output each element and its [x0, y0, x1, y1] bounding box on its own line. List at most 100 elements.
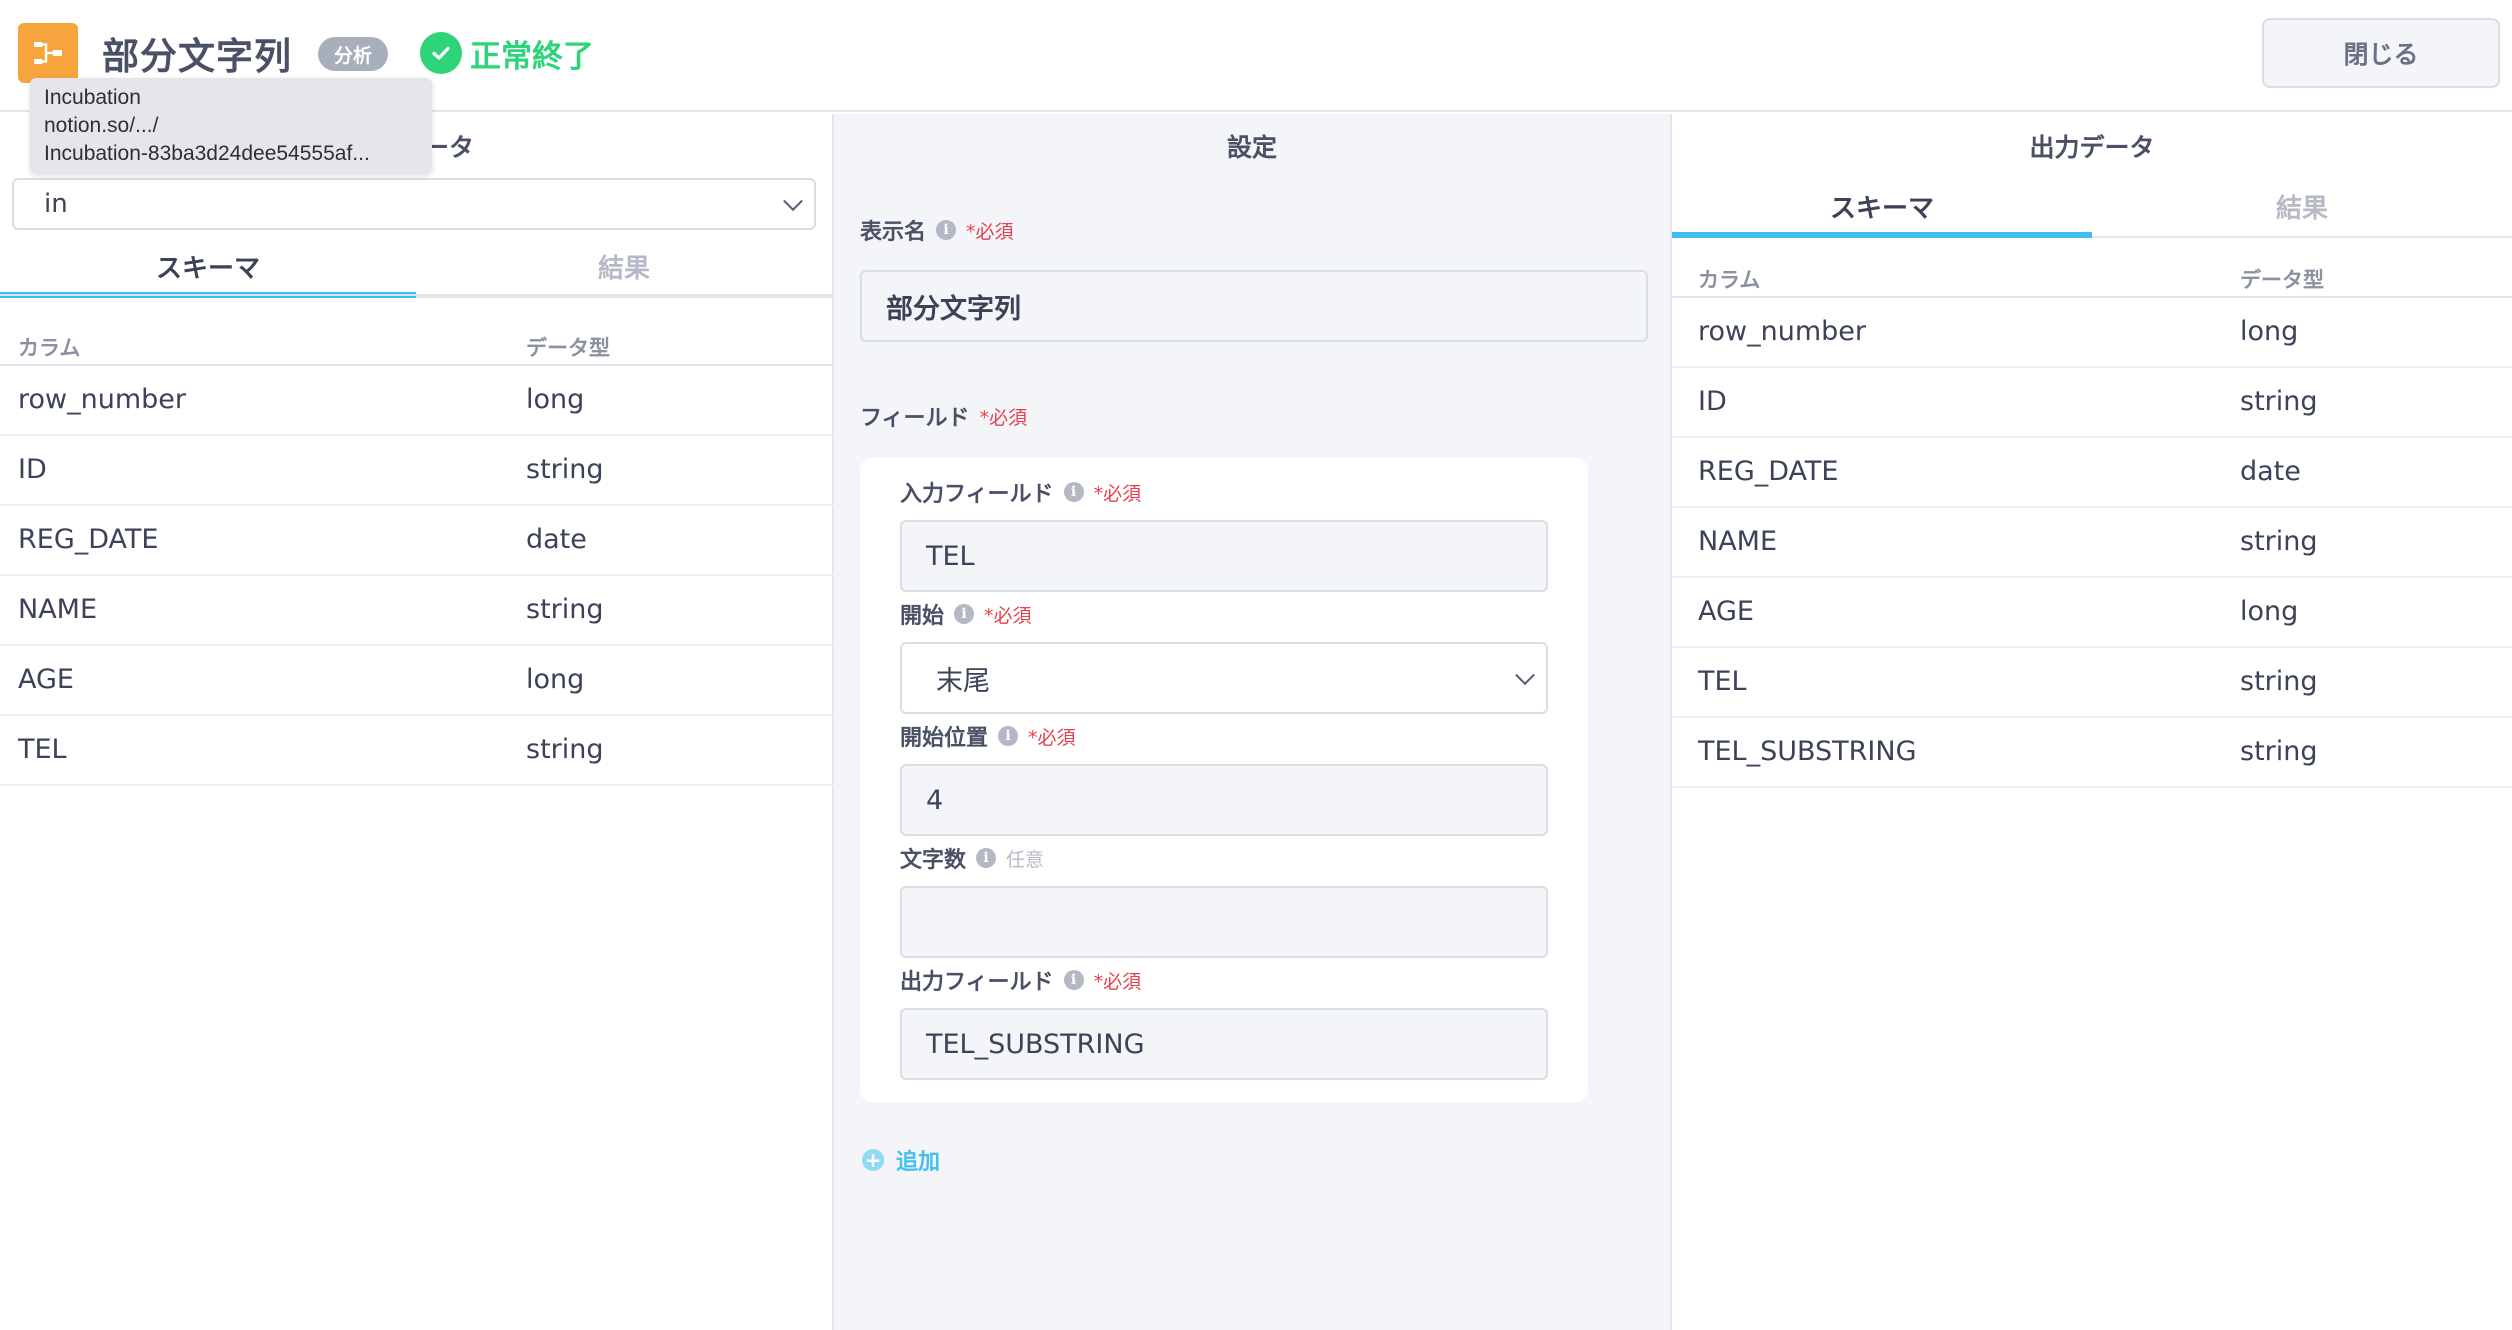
- page-title: 部分文字列: [102, 35, 292, 78]
- output-data-panel: 出力データ スキーマ 結果 カラム データ型 row_number long ID…: [1672, 114, 2512, 1330]
- column-header-type: データ型: [2240, 268, 2324, 292]
- info-icon[interactable]: i: [936, 220, 957, 240]
- input-schema-header: カラム データ型: [0, 308, 834, 366]
- table-row: row_number long: [0, 366, 834, 436]
- tooltip-line: notion.so/.../: [44, 114, 159, 137]
- tooltip-line: Incubation-83ba3d24dee54555af...: [44, 142, 370, 165]
- category-badge: 分析: [318, 37, 389, 71]
- output-field-input[interactable]: TEL_SUBSTRING: [900, 1008, 1548, 1080]
- info-icon[interactable]: i: [1063, 970, 1084, 990]
- display-name-label: 表示名 i *必須: [860, 214, 1014, 246]
- add-field-button[interactable]: + 追加: [862, 1144, 940, 1176]
- start-label: 開始 i *必須: [900, 598, 1032, 630]
- table-row: NAME string: [0, 576, 834, 646]
- required-mark: *必須: [1028, 726, 1076, 749]
- required-mark: *必須: [1093, 970, 1142, 993]
- table-row: ID string: [0, 436, 834, 506]
- info-icon[interactable]: i: [954, 604, 975, 624]
- column-type: long: [526, 384, 585, 415]
- required-mark: *必須: [1093, 482, 1142, 505]
- column-header-name: カラム: [1698, 268, 1761, 292]
- required-mark: *必須: [966, 220, 1014, 243]
- table-row: REG_DATE date: [0, 506, 834, 576]
- column-header-type: データ型: [526, 336, 610, 360]
- column-header-name: カラム: [18, 336, 81, 360]
- column-name: TEL_SUBSTRING: [1698, 736, 1917, 767]
- link-tooltip: Incubation notion.so/.../ Incubation-83b…: [30, 78, 432, 174]
- check-circle-icon: [420, 32, 462, 74]
- start-position-label: 開始位置 i *必須: [900, 720, 1076, 752]
- column-type: long: [526, 664, 585, 695]
- column-type: string: [2240, 386, 2318, 417]
- table-row: TEL_SUBSTRING string: [1672, 718, 2512, 788]
- start-position-label-text: 開始位置: [900, 726, 989, 751]
- plus-circle-icon: +: [862, 1149, 884, 1171]
- start-position-value: 4: [926, 784, 944, 816]
- input-schema-rows: row_number long ID string REG_DATE date NAM…: [0, 366, 834, 786]
- column-name: row_number: [1698, 316, 1866, 347]
- table-row: row_number long: [1672, 298, 2512, 368]
- column-type: long: [2240, 316, 2299, 347]
- length-label: 文字数 i 任意: [900, 842, 1044, 874]
- fields-label: フィールド *必須: [860, 400, 1027, 432]
- input-field-select[interactable]: TEL: [900, 520, 1548, 592]
- input-field-label-text: 入力フィールド: [900, 482, 1054, 507]
- status-text: 正常終了: [470, 38, 594, 75]
- column-name: row_number: [18, 384, 186, 415]
- tooltip-line: Incubation: [44, 86, 141, 109]
- input-field-value: TEL: [926, 540, 975, 572]
- length-input[interactable]: [900, 886, 1548, 958]
- node-flow-icon: [18, 23, 78, 83]
- chevron-down-icon: [1515, 665, 1535, 686]
- start-position-input[interactable]: 4: [900, 764, 1548, 836]
- tab-schema[interactable]: スキーマ: [1672, 176, 2092, 238]
- close-button[interactable]: 閉じる: [2262, 18, 2500, 88]
- output-schema-rows: row_number long ID string REG_DATE date NAM…: [1672, 298, 2512, 788]
- table-row: AGE long: [0, 646, 834, 716]
- settings-panel: 設定 表示名 i *必須 部分文字列 フィールド *必須 入力フィールド i *…: [834, 114, 1672, 1330]
- column-name: NAME: [18, 594, 98, 625]
- output-tabs: スキーマ 結果: [1672, 176, 2512, 238]
- table-row: ID string: [1672, 368, 2512, 438]
- column-name: ID: [18, 454, 47, 485]
- column-type: string: [526, 454, 604, 485]
- fields-label-text: フィールド: [860, 406, 970, 431]
- column-type: date: [2240, 456, 2301, 487]
- optional-mark: 任意: [1006, 848, 1045, 871]
- start-label-text: 開始: [900, 604, 945, 629]
- table-row: TEL string: [1672, 648, 2512, 718]
- tab-results[interactable]: 結果: [2092, 176, 2512, 236]
- column-type: string: [526, 594, 604, 625]
- add-field-label: 追加: [896, 1150, 941, 1175]
- column-name: AGE: [1698, 596, 1754, 627]
- info-icon[interactable]: i: [998, 726, 1019, 746]
- column-name: TEL: [1698, 666, 1747, 697]
- required-mark: *必須: [979, 406, 1028, 429]
- column-type: string: [526, 734, 604, 765]
- display-name-input[interactable]: 部分文字列: [860, 270, 1648, 342]
- info-icon[interactable]: i: [976, 848, 997, 868]
- output-field-value: TEL_SUBSTRING: [926, 1028, 1145, 1060]
- settings-heading: 設定: [1226, 133, 1277, 162]
- column-name: REG_DATE: [18, 524, 159, 555]
- column-name: NAME: [1698, 526, 1778, 557]
- output-field-label: 出力フィールド i *必須: [900, 964, 1141, 996]
- display-name-label-text: 表示名: [860, 220, 927, 245]
- length-label-text: 文字数: [900, 848, 967, 873]
- start-value: 末尾: [936, 665, 990, 697]
- input-schema-header: [0, 238, 832, 296]
- column-type: long: [2240, 596, 2299, 627]
- chevron-down-icon: [783, 191, 803, 212]
- info-icon[interactable]: i: [1063, 482, 1084, 502]
- column-name: AGE: [18, 664, 74, 695]
- input-source-value: in: [44, 189, 68, 219]
- output-schema-header: カラム データ型: [1672, 240, 2512, 298]
- input-source-select[interactable]: in: [12, 178, 816, 230]
- status-indicator: 正常終了: [420, 32, 594, 75]
- output-panel-heading: 出力データ: [2029, 133, 2155, 162]
- column-type: string: [2240, 736, 2318, 767]
- start-select[interactable]: 末尾: [900, 642, 1548, 714]
- column-name: TEL: [18, 734, 67, 765]
- table-row: TEL string: [0, 716, 834, 786]
- column-type: string: [2240, 666, 2318, 697]
